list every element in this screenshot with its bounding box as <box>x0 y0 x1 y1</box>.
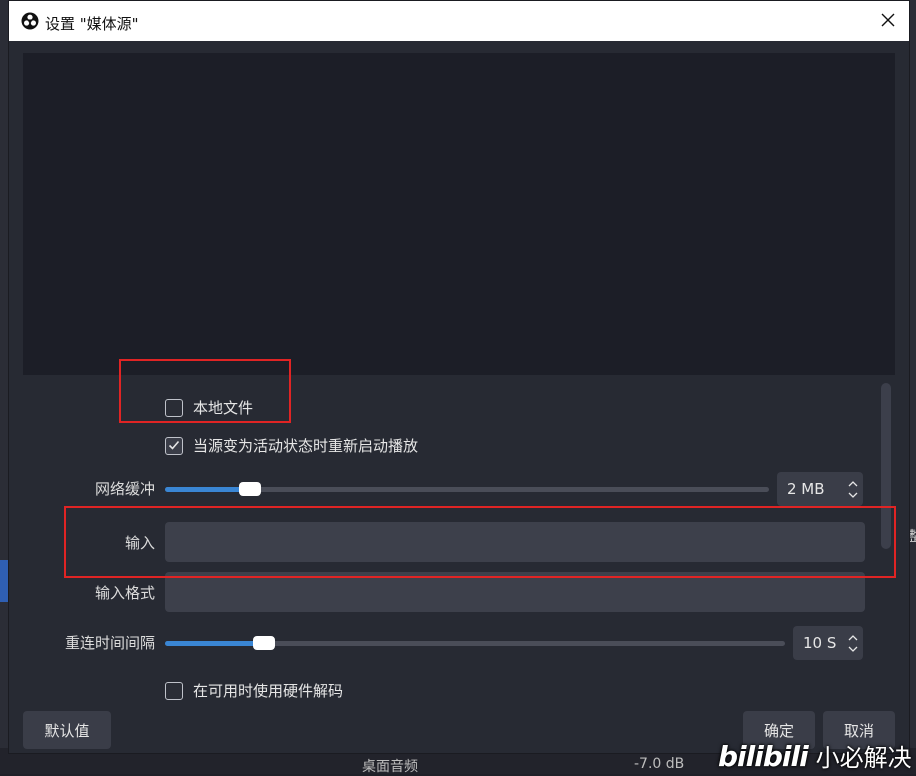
background-audio-source-name: 桌面音频 <box>362 759 418 775</box>
input-format-field[interactable] <box>165 572 865 612</box>
watermark-text: 小必解决 <box>815 744 912 772</box>
local-file-label: 本地文件 <box>193 399 254 417</box>
reconnect-delay-slider-fill <box>165 641 264 646</box>
network-buffer-label: 网络缓冲 <box>94 480 155 498</box>
chevron-down-icon[interactable] <box>846 643 860 655</box>
input-field[interactable] <box>165 522 865 562</box>
input-label: 输入 <box>124 534 155 552</box>
restart-playback-checkbox-row[interactable]: 当源变为活动状态时重新启动播放 <box>165 435 418 456</box>
network-buffer-slider[interactable] <box>165 482 769 496</box>
properties-scrollbar[interactable] <box>881 383 891 549</box>
hw-decode-label: 在可用时使用硬件解码 <box>193 682 344 700</box>
defaults-button[interactable]: 默认值 <box>23 711 111 749</box>
reconnect-delay-value: 10 S <box>803 634 837 652</box>
chevron-down-icon[interactable] <box>846 489 860 501</box>
bilibili-watermark: bilibili 小必解决 <box>718 738 912 773</box>
restart-playback-checkbox[interactable] <box>165 436 183 455</box>
network-buffer-slider-handle[interactable] <box>239 482 261 496</box>
hw-decode-checkbox-row[interactable]: 在可用时使用硬件解码 <box>165 680 343 701</box>
bilibili-logo: bilibili <box>718 740 809 773</box>
reconnect-delay-slider[interactable] <box>165 636 785 650</box>
background-selected-item <box>0 560 8 602</box>
background-audio-level: -7.0 dB <box>634 756 685 772</box>
window-title: 设置 "媒体源" <box>45 15 139 33</box>
hw-decode-checkbox[interactable] <box>165 681 183 700</box>
reconnect-delay-label: 重连时间间隔 <box>64 634 155 652</box>
local-file-checkbox[interactable] <box>165 398 183 417</box>
close-icon <box>881 12 895 31</box>
title-bar[interactable]: 设置 "媒体源" <box>9 1 909 41</box>
close-button[interactable] <box>867 1 909 41</box>
chevron-up-icon[interactable] <box>846 477 860 489</box>
check-icon <box>168 436 180 455</box>
reconnect-delay-spinbox[interactable]: 10 S <box>793 626 863 660</box>
source-preview <box>23 53 895 375</box>
chevron-up-icon[interactable] <box>846 631 860 643</box>
input-format-label: 输入格式 <box>94 584 155 602</box>
network-buffer-slider-fill <box>165 487 250 492</box>
network-buffer-value: 2 MB <box>787 480 825 498</box>
restart-playback-label: 当源变为活动状态时重新启动播放 <box>193 437 419 455</box>
obs-logo-icon <box>21 12 39 30</box>
reconnect-delay-slider-handle[interactable] <box>253 636 275 650</box>
media-source-settings-dialog: 设置 "媒体源" 本地文件 当源变为活动状态时重新启动播放 网络缓冲 2 MB … <box>8 0 910 754</box>
network-buffer-spinbox[interactable]: 2 MB <box>777 472 863 506</box>
local-file-checkbox-row[interactable]: 本地文件 <box>165 397 253 418</box>
